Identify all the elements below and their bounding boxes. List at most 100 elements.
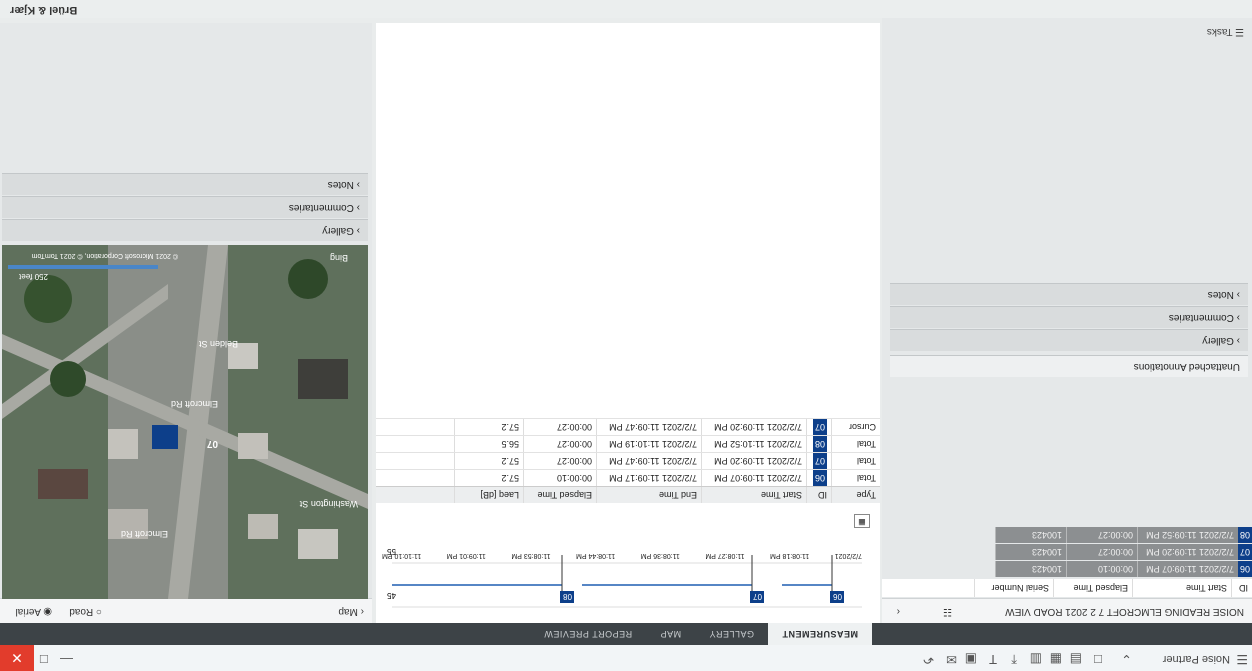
cell-start: 7/2/2021 11:09:20 PM: [701, 453, 806, 469]
cell-laeq: 57.2: [454, 470, 523, 486]
section-label: Gallery: [322, 225, 354, 236]
measurement-row[interactable]: 07 7/2/2021 11:09:20 PM 00:00:27 100423: [882, 544, 1252, 560]
tabs: MEASUREMENT GALLERY MAP REPORT PREVIEW: [530, 623, 872, 645]
x-tick: 11:09:01 PM: [446, 552, 486, 559]
row-elapsed: 00:00:27: [1066, 544, 1137, 560]
new-icon[interactable]: □: [1094, 652, 1102, 667]
measurement-row[interactable]: 08 7/2/2021 11:09:52 PM 00:00:27 100423: [882, 527, 1252, 543]
building: [238, 433, 268, 459]
section-notes[interactable]: › Notes: [890, 283, 1248, 305]
map-copyright: © 2021 Microsoft Corporation, © 2021 Tom…: [31, 252, 178, 259]
section-commentaries[interactable]: › Commentaries: [2, 196, 368, 218]
table-row[interactable]: Total 08 7/2/2021 11:10:52 PM 7/2/2021 1…: [376, 435, 880, 452]
street-label: Elmcroft Rd: [120, 529, 168, 539]
col-elapsed[interactable]: Elapsed Time: [523, 487, 596, 503]
filter-icon[interactable]: ☷: [943, 599, 952, 623]
aerial-option[interactable]: ◉ Aerial: [15, 599, 52, 623]
col-id[interactable]: ID: [1231, 579, 1252, 597]
section-label: Commentaries: [288, 202, 354, 213]
row-serial: 100423: [995, 561, 1066, 577]
row-elapsed: 00:00:10: [1066, 561, 1137, 577]
col-type[interactable]: Type: [831, 487, 880, 503]
cell-start: 7/2/2021 11:10:52 PM: [701, 436, 806, 452]
tab-gallery[interactable]: GALLERY: [695, 623, 768, 645]
section-notes[interactable]: › Notes: [2, 173, 368, 195]
marker-07-label: 07: [753, 592, 762, 601]
cell-type: Cursor: [831, 419, 880, 435]
x-tick: 11:08:18 PM: [770, 552, 810, 559]
tasks-pane[interactable]: ☰ Tasks: [1207, 26, 1244, 37]
cell-end: 7/2/2021 11:09:47 PM: [596, 453, 701, 469]
col-elapsed-time[interactable]: Elapsed Time: [1053, 579, 1132, 597]
table-row[interactable]: Total 07 7/2/2021 11:09:20 PM 7/2/2021 1…: [376, 452, 880, 469]
x-tick: 11:08:44 PM: [576, 552, 616, 559]
col-id[interactable]: ID: [806, 487, 831, 503]
cell-end: 7/2/2021 11:09:47 PM: [596, 419, 701, 435]
col-start[interactable]: Start Time: [701, 487, 806, 503]
project-title: NOISE READING ELMCROFT 7 2 2021 ROAD VIE…: [1005, 606, 1244, 617]
marker-06-label: 06: [833, 592, 842, 601]
cell-laeq: 57.2: [454, 419, 523, 435]
table-row[interactable]: Cursor 07 7/2/2021 11:09:20 PM 7/2/2021 …: [376, 418, 880, 435]
map-svg: [2, 245, 368, 599]
cell-type: Total: [831, 436, 880, 452]
map-title: Map: [338, 606, 358, 617]
status-bar: Brüel & Kjær: [0, 0, 1252, 18]
map-panel: ‹ Map ○ Road ◉ Aerial 07 Elmcroft Rd Bel…: [0, 23, 372, 623]
save-as-icon[interactable]: ▥: [1030, 651, 1042, 667]
open-icon[interactable]: ▤: [1070, 651, 1082, 667]
close-icon[interactable]: ✕: [0, 645, 34, 671]
minimize-icon[interactable]: —: [60, 652, 73, 667]
cell-type: Total: [831, 453, 880, 469]
x-tick: 11:08:27 PM: [705, 552, 745, 559]
tab-report-preview[interactable]: REPORT PREVIEW: [530, 623, 646, 645]
maximize-icon[interactable]: □: [40, 652, 48, 667]
undo-icon[interactable]: ↶: [923, 651, 934, 667]
col-start-time[interactable]: Start Time: [1132, 579, 1231, 597]
table-icon[interactable]: ▣: [965, 651, 977, 667]
tab-map[interactable]: MAP: [646, 623, 695, 645]
section-label: Notes: [327, 179, 354, 190]
building: [298, 359, 348, 399]
menu-icon[interactable]: ☰: [1236, 651, 1248, 667]
row-start: 7/2/2021 11:09:52 PM: [1137, 527, 1238, 543]
save-icon[interactable]: ▦: [1050, 651, 1062, 667]
section-gallery[interactable]: › Gallery: [890, 329, 1248, 351]
unattached-annotations[interactable]: Unattached Annotations: [890, 355, 1248, 377]
cell-laeq: 56.5: [454, 436, 523, 452]
measurement-row[interactable]: 06 7/2/2021 11:09:07 PM 00:00:10 100423: [882, 561, 1252, 577]
brand-logo: Brüel & Kjær: [10, 4, 78, 16]
tree: [24, 275, 72, 323]
section-label: Commentaries: [1168, 312, 1234, 323]
project-panel: NOISE READING ELMCROFT 7 2 2021 ROAD VIE…: [882, 18, 1252, 623]
building: [38, 469, 88, 499]
table-toggle-icon[interactable]: ▦: [854, 514, 870, 528]
x-tick: 7/2/2021: [834, 552, 862, 559]
mail-icon[interactable]: ✉: [946, 651, 957, 667]
section-commentaries[interactable]: › Commentaries: [890, 306, 1248, 328]
col-laeq[interactable]: Laeq [dB]: [454, 487, 523, 503]
road-option[interactable]: ○ Road: [69, 599, 102, 623]
building: [298, 529, 338, 559]
cell-type: Total: [831, 470, 880, 486]
street-label: Belden St: [198, 339, 238, 349]
level-chart[interactable]: 06 07 08 45 55 7/2/2021 11:08:18 PM 11:0…: [382, 547, 872, 615]
text-icon[interactable]: T: [989, 652, 997, 667]
col-serial[interactable]: Serial Number: [974, 579, 1053, 597]
tree: [50, 361, 86, 397]
upload-icon[interactable]: ⤒: [1011, 651, 1017, 667]
map-pin-label: 07: [206, 438, 218, 449]
chevron-down-icon[interactable]: ⌄: [1121, 651, 1132, 667]
building: [248, 514, 278, 539]
section-gallery[interactable]: › Gallery: [2, 219, 368, 241]
tab-measurement[interactable]: MEASUREMENT: [767, 623, 872, 645]
col-end[interactable]: End Time: [596, 487, 701, 503]
street-label: Washington St: [299, 499, 358, 509]
table-row[interactable]: Total 06 7/2/2021 11:09:07 PM 7/2/2021 1…: [376, 469, 880, 486]
scale-bar: [8, 265, 158, 269]
collapse-icon[interactable]: ‹: [897, 599, 900, 623]
aerial-map[interactable]: 07 Elmcroft Rd Belden St Elmcroft Rd Was…: [2, 245, 368, 599]
section-label: Notes: [1207, 289, 1234, 300]
street-label: Elmcroft Rd: [170, 399, 218, 409]
map-pin-07[interactable]: [152, 425, 178, 449]
